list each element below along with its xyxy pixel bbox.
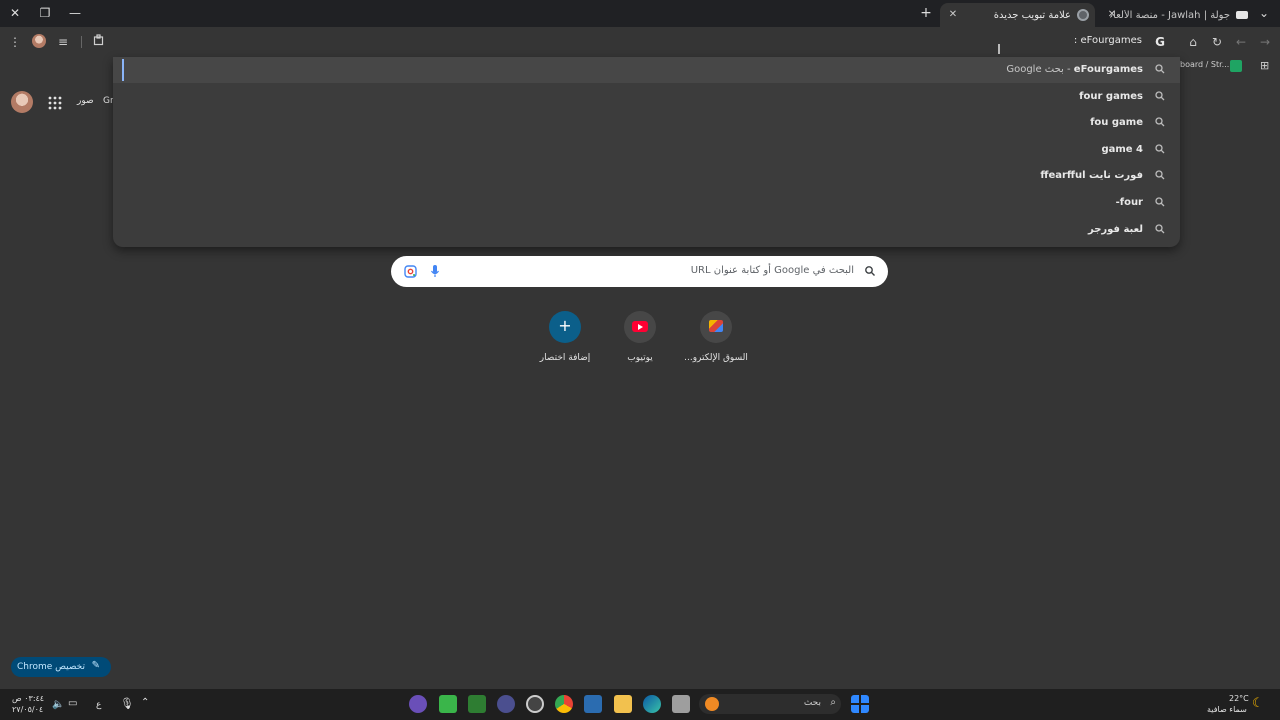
customize-label: تخصيص Chrome: [16, 662, 85, 672]
jawlah-logo-icon: [1236, 11, 1248, 19]
suggestion-row[interactable]: eFourgames - بحث Google: [113, 57, 1180, 83]
excel-icon[interactable]: [468, 695, 486, 713]
shortcut-store[interactable]: السوق الإلكترو...: [679, 309, 753, 369]
shortcut-youtube[interactable]: يوتيوب: [603, 309, 677, 369]
search-icon: [1155, 91, 1165, 101]
tab-strip: ✕ ❐ — + علامة تبويب جديدة ✕ جولة | Jawla…: [0, 0, 1280, 27]
suggestion-row[interactable]: 4 game: [113, 137, 1180, 163]
windows-start-icon[interactable]: [851, 695, 869, 713]
add-shortcut-button[interactable]: + إضافة اختصار: [528, 309, 602, 369]
chevron-up-icon[interactable]: ⌃: [141, 697, 149, 708]
search-input[interactable]: البحث في Google أو كتابة عنوان URL: [391, 256, 888, 287]
suggestion-text: four games: [1079, 91, 1143, 102]
search-icon: [865, 266, 875, 276]
suggestion-text: fou game: [1090, 117, 1143, 128]
close-window-button[interactable]: ✕: [0, 0, 30, 27]
customize-chrome-button[interactable]: ✎ تخصيص Chrome: [11, 657, 111, 677]
discord-icon[interactable]: [409, 695, 427, 713]
edge-icon[interactable]: [643, 695, 661, 713]
store-taskbar-icon[interactable]: [584, 695, 602, 713]
reload-icon[interactable]: ↻: [1209, 34, 1225, 50]
moon-weather-icon: ☾: [1252, 696, 1264, 711]
tab-title: علامة تبويب جديدة: [993, 9, 1071, 21]
network-icon[interactable]: ▭: [68, 698, 77, 709]
microphone-icon[interactable]: [430, 264, 440, 278]
tab-search-icon[interactable]: ⌄: [1252, 0, 1276, 27]
close-tab-icon[interactable]: ✕: [946, 8, 960, 22]
tab-new-tab[interactable]: علامة تبويب جديدة ✕: [940, 3, 1095, 27]
search-icon: [1155, 224, 1165, 234]
youtube-icon: [624, 311, 656, 343]
taskbar-search-label: بحث: [803, 698, 821, 708]
media-controls-icon[interactable]: ≡: [55, 34, 71, 50]
suggestion-row[interactable]: لعبة فورجر: [113, 217, 1180, 243]
search-icon: [1155, 144, 1165, 154]
microphone-tray-icon[interactable]: 🎙: [120, 697, 134, 710]
restore-window-button[interactable]: ❐: [30, 0, 60, 27]
chrome-taskbar-icon[interactable]: [555, 695, 573, 713]
search-icon: [1155, 64, 1165, 74]
bookmark-item[interactable]: board / Str...: [1180, 60, 1229, 69]
clock-time[interactable]: ٠٣:٤٤ ص: [12, 694, 44, 703]
tab-title: جولة | Jawlah - منصة الألعاب الـ: [1110, 9, 1230, 21]
apps-grid-icon[interactable]: ⊞: [1260, 59, 1269, 72]
profile-avatar-icon[interactable]: [32, 34, 46, 48]
search-icon: [1155, 197, 1165, 207]
xbox-app-icon[interactable]: [439, 695, 457, 713]
steam-icon[interactable]: [526, 695, 544, 713]
task-view-icon[interactable]: [672, 695, 690, 713]
images-link[interactable]: صور: [77, 96, 94, 106]
minimize-window-button[interactable]: —: [60, 0, 90, 27]
text-cursor-icon: [998, 44, 1000, 54]
language-indicator[interactable]: ع: [96, 700, 101, 710]
google-apps-icon[interactable]: [48, 95, 62, 110]
weather-desc[interactable]: سماء صافية: [1207, 705, 1247, 714]
new-tab-button[interactable]: +: [911, 0, 941, 27]
taskbar: ٠٣:٤٤ ص ٢٧/٠٥/٠٤ 🔈 ▭ ع 🎙 ⌃ 22°C سماء صاف…: [0, 689, 1280, 720]
google-lens-icon[interactable]: [404, 265, 417, 278]
app-icon[interactable]: [497, 695, 515, 713]
toolbar-divider: [81, 36, 82, 48]
search-icon: [1155, 117, 1165, 127]
suggestion-row[interactable]: four-: [113, 190, 1180, 216]
search-icon: [1155, 170, 1165, 180]
store-icon: [700, 311, 732, 343]
shortcut-label: إضافة اختصار: [539, 353, 591, 363]
bookmark-favicon-icon: [1230, 60, 1242, 72]
suggestion-row[interactable]: فورت نايت ffearfful: [113, 163, 1180, 189]
back-arrow-icon[interactable]: →: [1257, 34, 1273, 50]
google-g-icon: G: [1155, 35, 1165, 49]
suggestion-row[interactable]: four games: [113, 84, 1180, 110]
shortcut-label: يوتيوب: [627, 353, 653, 363]
suggestion-text: 4 game: [1101, 144, 1143, 155]
plus-icon: +: [549, 311, 581, 343]
suggestion-text: فورت نايت ffearfful: [1040, 170, 1143, 181]
taskbar-search-input[interactable]: ⌕ بحث: [699, 694, 841, 714]
omnibox-input[interactable]: eFourgames :: [1074, 35, 1142, 46]
suggestion-text: four-: [1115, 197, 1143, 208]
search-icon: ⌕: [830, 697, 836, 708]
omnibox-suggestions-dropdown: eFourgames - بحث Google four games fou g…: [113, 57, 1180, 247]
shortcut-label: السوق الإلكترو...: [684, 353, 748, 363]
toolbar: ⋮ ≡ eFourgames : G ⌂ ↻ ← →: [0, 27, 1280, 57]
forward-arrow-icon[interactable]: ←: [1233, 34, 1249, 50]
search-placeholder: البحث في Google أو كتابة عنوان URL: [690, 265, 854, 276]
suggestion-row[interactable]: fou game: [113, 110, 1180, 136]
tab-jawlah[interactable]: جولة | Jawlah - منصة الألعاب الـ ✕: [1099, 3, 1254, 27]
avatar[interactable]: [11, 91, 33, 113]
suggestion-text: لعبة فورجر: [1087, 224, 1143, 235]
suggestion-suffix: - بحث Google: [1006, 64, 1074, 75]
menu-kebab-icon[interactable]: ⋮: [7, 34, 23, 50]
file-explorer-icon[interactable]: [614, 695, 632, 713]
pencil-icon: ✎: [91, 660, 100, 671]
volume-icon[interactable]: 🔈: [52, 699, 64, 710]
search-highlight-icon: [705, 697, 719, 711]
extensions-icon[interactable]: [91, 34, 107, 50]
weather-temp[interactable]: 22°C: [1229, 694, 1249, 703]
suggestion-text: eFourgames: [1073, 64, 1143, 75]
chrome-icon: [1077, 9, 1089, 21]
close-tab-icon[interactable]: ✕: [1105, 8, 1119, 22]
home-icon[interactable]: ⌂: [1185, 34, 1201, 50]
clock-date[interactable]: ٢٧/٠٥/٠٤: [12, 705, 43, 714]
